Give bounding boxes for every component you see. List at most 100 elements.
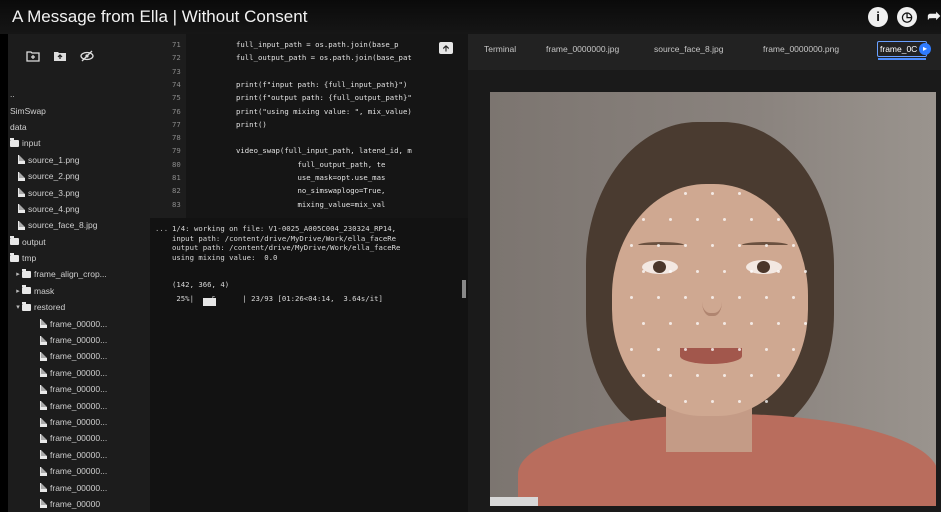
chevron-right-icon[interactable]: ▸ (14, 287, 22, 295)
file-tree-item[interactable]: SimSwap (8, 102, 150, 118)
active-tab-underline (878, 58, 926, 60)
file-tree-item[interactable]: frame_00000... (8, 479, 150, 495)
tab-item[interactable]: frame_0000000.jpg (546, 44, 619, 54)
code-text: full_input_path = os.path.join(base_p (236, 40, 399, 49)
tab-item[interactable]: frame_0000000.png (763, 44, 839, 54)
folder-icon (10, 252, 19, 262)
landmark-dot (804, 270, 807, 273)
file-tree-item[interactable]: data (8, 119, 150, 135)
landmark-dot (738, 244, 741, 247)
file-tree-label: source_2.png (28, 171, 80, 182)
file-tree-item[interactable]: tmp (8, 250, 150, 266)
landmark-dot (711, 244, 714, 247)
line-number: 74 (172, 79, 181, 89)
landmark-dot (765, 400, 768, 403)
file-tree-item[interactable]: frame_00000... (8, 315, 150, 331)
landmark-dot (792, 348, 795, 351)
file-tree-label: frame_00000... (50, 384, 108, 395)
code-text: full_output_path = os.path.join(base_pat (236, 53, 412, 63)
landmark-dot (669, 218, 672, 221)
landmark-dot (777, 374, 780, 377)
file-icon (40, 335, 47, 345)
video-title: A Message from Ella | Without Consent (12, 7, 308, 26)
code-text: print() (236, 119, 267, 129)
file-tree-label: frame_align_crop... (34, 269, 107, 280)
info-icon[interactable]: i (868, 7, 888, 27)
landmark-dot (765, 244, 768, 247)
file-tree-item[interactable]: output (8, 234, 150, 250)
output-scrollbar[interactable] (462, 280, 466, 298)
file-tree-item[interactable]: .. (8, 86, 150, 102)
output-collapse-toggle[interactable]: ... (155, 224, 168, 233)
file-tree-item[interactable]: source_face_8.jpg (8, 217, 150, 233)
file-browser: .. SimSwap data input source_1.png source_2.p… (8, 34, 150, 512)
file-tree-label: frame_00000... (50, 433, 108, 444)
file-icon (40, 319, 47, 329)
clock-icon[interactable]: ◷ (897, 7, 917, 27)
line-number: 82 (172, 186, 181, 196)
landmark-dot (669, 322, 672, 325)
folder-icon (10, 236, 19, 246)
file-icon (40, 466, 47, 476)
code-text: print(f"input path: {full_input_path}") (236, 79, 408, 89)
file-tree-item[interactable]: source_3.png (8, 184, 150, 200)
chevron-down-icon[interactable]: ▾ (14, 303, 22, 311)
output-line: (142, 366, 4) (172, 280, 230, 289)
landmark-dot (642, 270, 645, 273)
file-icon (40, 384, 47, 394)
file-tree-item[interactable]: ▾ restored (8, 299, 150, 315)
file-tree-label: source_face_8.jpg (28, 220, 98, 231)
tab-scroll-right-icon[interactable]: ▸ (919, 43, 931, 55)
line-number: 77 (172, 119, 181, 129)
chevron-right-icon[interactable]: ▸ (14, 270, 22, 278)
new-folder-icon[interactable] (26, 50, 40, 62)
hide-eye-icon[interactable] (80, 50, 94, 62)
file-tree-item[interactable]: ▸ frame_align_crop... (8, 266, 150, 282)
file-icon (40, 417, 47, 427)
landmark-dot (804, 322, 807, 325)
file-tree-label: source_1.png (28, 154, 80, 165)
file-tree-item[interactable]: frame_00000... (8, 348, 150, 364)
code-editor[interactable]: 71 full_input_path = os.path.join(base_p 7… (150, 34, 468, 218)
landmark-dot (696, 374, 699, 377)
file-tree-item[interactable]: source_2.png (8, 168, 150, 184)
tab-item[interactable]: Terminal (484, 44, 516, 54)
file-tree-label: frame_00000... (50, 318, 108, 329)
code-text: use_mask=opt.use_mas (236, 173, 386, 182)
line-number: 83 (172, 199, 181, 209)
file-tree-item[interactable]: frame_00000... (8, 381, 150, 397)
file-tree-item[interactable]: frame_00000... (8, 463, 150, 479)
landmark-dot (711, 400, 714, 403)
file-tree-item[interactable]: frame_00000... (8, 397, 150, 413)
file-tree-label: source_4.png (28, 203, 80, 214)
landmark-dot (669, 270, 672, 273)
file-tree-item[interactable]: frame_00000... (8, 365, 150, 381)
upload-folder-icon[interactable] (53, 50, 67, 62)
file-tree-item[interactable]: frame_00000... (8, 332, 150, 348)
file-tree-item[interactable]: frame_00000 (8, 496, 150, 512)
share-icon[interactable]: ➦ (924, 7, 941, 27)
landmark-dot (657, 296, 660, 299)
tab-item[interactable]: frame_0C (880, 44, 917, 54)
file-icon (40, 433, 47, 443)
file-tree-label: tmp (22, 253, 37, 264)
file-tree-item[interactable]: frame_00000... (8, 447, 150, 463)
image-scrollbar[interactable] (490, 497, 538, 506)
image-preview-pane: Terminal frame_0000000.jpg source_face_8.j… (468, 34, 941, 512)
file-tree-label: output (22, 236, 46, 247)
file-tree-item[interactable]: input (8, 135, 150, 151)
file-tree-item[interactable]: frame_00000... (8, 430, 150, 446)
file-tree-label: frame_00000... (50, 351, 108, 362)
tab-item[interactable]: source_face_8.jpg (654, 44, 723, 54)
file-tree-item[interactable]: source_4.png (8, 201, 150, 217)
file-tree-item[interactable]: source_1.png (8, 152, 150, 168)
face-image (490, 92, 936, 506)
scroll-up-icon[interactable]: 🡱 (439, 42, 453, 54)
file-tree-label: source_3.png (28, 187, 80, 198)
landmark-dot (765, 348, 768, 351)
file-tree-item[interactable]: frame_00000... (8, 414, 150, 430)
landmark-dot (723, 374, 726, 377)
file-tree: .. SimSwap data input source_1.png source_2.p… (8, 86, 150, 512)
landmark-dot (642, 322, 645, 325)
file-tree-item[interactable]: ▸ mask (8, 283, 150, 299)
